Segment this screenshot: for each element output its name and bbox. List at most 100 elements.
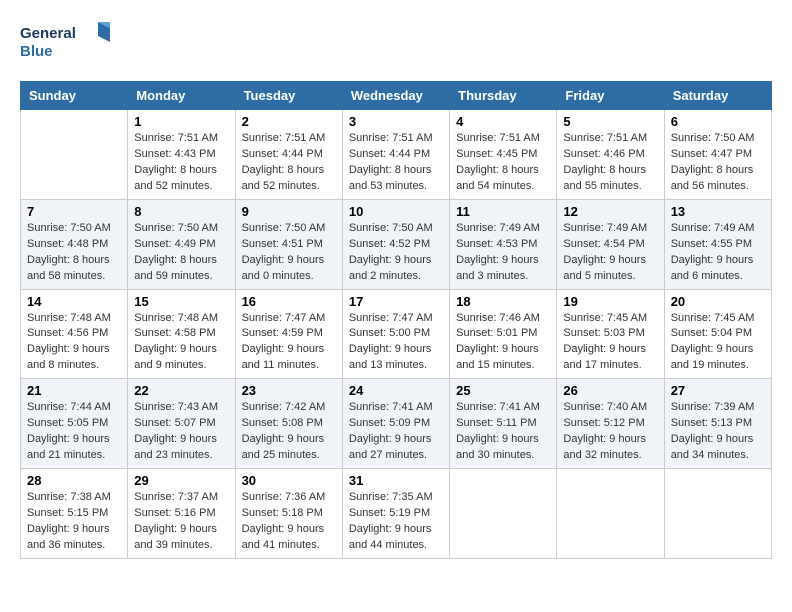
generalblue-logo: General Blue [20, 20, 110, 65]
calendar-cell: 14 Sunrise: 7:48 AMSunset: 4:56 PMDayligh… [21, 289, 128, 379]
cell-info: Sunrise: 7:51 AMSunset: 4:44 PMDaylight:… [349, 131, 443, 195]
calendar-cell: 13Sunrise: 7:49 AMSunset: 4:55 PMDayligh… [664, 199, 771, 289]
date-number: 18 [456, 294, 550, 309]
date-number: 8 [134, 204, 228, 219]
cell-info: Sunrise: 7:40 AMSunset: 5:12 PMDaylight:… [563, 400, 657, 464]
calendar-cell: 8 Sunrise: 7:50 AMSunset: 4:49 PMDaylight… [128, 199, 235, 289]
cell-info: Sunrise: 7:38 AMSunset: 5:15 PMDaylight:… [27, 490, 121, 554]
calendar-cell: 22 Sunrise: 7:43 AMSunset: 5:07 PMDayligh… [128, 379, 235, 469]
calendar-cell: 27 Sunrise: 7:39 AMSunset: 5:13 PMDayligh… [664, 379, 771, 469]
calendar-cell: 19Sunrise: 7:45 AMSunset: 5:03 PMDayligh… [557, 289, 664, 379]
calendar-cell: 29Sunrise: 7:37 AMSunset: 5:16 PMDayligh… [128, 469, 235, 559]
calendar-cell: 11 Sunrise: 7:49 AMSunset: 4:53 PMDayligh… [450, 199, 557, 289]
cell-info: Sunrise: 7:51 AMSunset: 4:45 PMDaylight:… [456, 131, 550, 195]
day-header-sunday: Sunday [21, 82, 128, 110]
day-header-row: SundayMondayTuesdayWednesdayThursdayFrid… [21, 82, 772, 110]
cell-info: Sunrise: 7:36 AMSunset: 5:18 PMDaylight:… [242, 490, 336, 554]
cell-info: Sunrise: 7:41 AMSunset: 5:11 PMDaylight:… [456, 400, 550, 464]
calendar-cell: 10 Sunrise: 7:50 AMSunset: 4:52 PMDayligh… [342, 199, 449, 289]
date-number: 27 [671, 383, 765, 398]
calendar-table: SundayMondayTuesdayWednesdayThursdayFrid… [20, 81, 772, 559]
page-header: General Blue [20, 20, 772, 65]
cell-info: Sunrise: 7:50 AMSunset: 4:51 PMDaylight:… [242, 221, 336, 285]
cell-info: Sunrise: 7:50 AMSunset: 4:49 PMDaylight:… [134, 221, 228, 285]
calendar-cell [21, 110, 128, 200]
logo: General Blue [20, 20, 110, 65]
date-number: 5 [563, 114, 657, 129]
cell-info: Sunrise: 7:39 AMSunset: 5:13 PMDaylight:… [671, 400, 765, 464]
cell-info: Sunrise: 7:48 AMSunset: 4:58 PMDaylight:… [134, 311, 228, 375]
date-number: 20 [671, 294, 765, 309]
cell-info: Sunrise: 7:42 AMSunset: 5:08 PMDaylight:… [242, 400, 336, 464]
calendar-cell: 7Sunrise: 7:50 AMSunset: 4:48 PMDaylight… [21, 199, 128, 289]
date-number: 22 [134, 383, 228, 398]
cell-info: Sunrise: 7:35 AMSunset: 5:19 PMDaylight:… [349, 490, 443, 554]
cell-info: Sunrise: 7:51 AMSunset: 4:46 PMDaylight:… [563, 131, 657, 195]
date-number: 21 [27, 383, 121, 398]
date-number: 13 [671, 204, 765, 219]
date-number: 15 [134, 294, 228, 309]
cell-info: Sunrise: 7:49 AMSunset: 4:53 PMDaylight:… [456, 221, 550, 285]
calendar-cell: 23 Sunrise: 7:42 AMSunset: 5:08 PMDayligh… [235, 379, 342, 469]
calendar-cell: 24 Sunrise: 7:41 AMSunset: 5:09 PMDayligh… [342, 379, 449, 469]
calendar-cell: 1 Sunrise: 7:51 AMSunset: 4:43 PMDaylight… [128, 110, 235, 200]
cell-info: Sunrise: 7:51 AMSunset: 4:43 PMDaylight:… [134, 131, 228, 195]
cell-info: Sunrise: 7:50 AMSunset: 4:48 PMDaylight:… [27, 221, 121, 285]
calendar-cell: 28 Sunrise: 7:38 AMSunset: 5:15 PMDayligh… [21, 469, 128, 559]
calendar-cell [664, 469, 771, 559]
cell-info: Sunrise: 7:47 AMSunset: 5:00 PMDaylight:… [349, 311, 443, 375]
cell-info: Sunrise: 7:49 AMSunset: 4:54 PMDaylight:… [563, 221, 657, 285]
date-number: 23 [242, 383, 336, 398]
day-header-saturday: Saturday [664, 82, 771, 110]
cell-info: Sunrise: 7:50 AMSunset: 4:52 PMDaylight:… [349, 221, 443, 285]
cell-info: Sunrise: 7:50 AMSunset: 4:47 PMDaylight:… [671, 131, 765, 195]
date-number: 6 [671, 114, 765, 129]
date-number: 25 [456, 383, 550, 398]
date-number: 28 [27, 473, 121, 488]
cell-info: Sunrise: 7:45 AMSunset: 5:04 PMDaylight:… [671, 311, 765, 375]
calendar-cell: 9 Sunrise: 7:50 AMSunset: 4:51 PMDaylight… [235, 199, 342, 289]
cell-info: Sunrise: 7:47 AMSunset: 4:59 PMDaylight:… [242, 311, 336, 375]
date-number: 31 [349, 473, 443, 488]
calendar-cell: 5 Sunrise: 7:51 AMSunset: 4:46 PMDaylight… [557, 110, 664, 200]
date-number: 3 [349, 114, 443, 129]
cell-info: Sunrise: 7:51 AMSunset: 4:44 PMDaylight:… [242, 131, 336, 195]
calendar-cell: 26Sunrise: 7:40 AMSunset: 5:12 PMDayligh… [557, 379, 664, 469]
date-number: 14 [27, 294, 121, 309]
date-number: 19 [563, 294, 657, 309]
calendar-cell: 15 Sunrise: 7:48 AMSunset: 4:58 PMDayligh… [128, 289, 235, 379]
calendar-cell: 12Sunrise: 7:49 AMSunset: 4:54 PMDayligh… [557, 199, 664, 289]
calendar-cell [450, 469, 557, 559]
calendar-cell: 31 Sunrise: 7:35 AMSunset: 5:19 PMDayligh… [342, 469, 449, 559]
date-number: 16 [242, 294, 336, 309]
week-row-2: 7Sunrise: 7:50 AMSunset: 4:48 PMDaylight… [21, 199, 772, 289]
calendar-cell: 30 Sunrise: 7:36 AMSunset: 5:18 PMDayligh… [235, 469, 342, 559]
calendar-cell: 6 Sunrise: 7:50 AMSunset: 4:47 PMDaylight… [664, 110, 771, 200]
calendar-cell: 2Sunrise: 7:51 AMSunset: 4:44 PMDaylight… [235, 110, 342, 200]
date-number: 29 [134, 473, 228, 488]
calendar-cell: 16 Sunrise: 7:47 AMSunset: 4:59 PMDayligh… [235, 289, 342, 379]
svg-text:General: General [20, 25, 76, 42]
date-number: 4 [456, 114, 550, 129]
day-header-friday: Friday [557, 82, 664, 110]
cell-info: Sunrise: 7:48 AMSunset: 4:56 PMDaylight:… [27, 311, 121, 375]
day-header-thursday: Thursday [450, 82, 557, 110]
calendar-cell [557, 469, 664, 559]
cell-info: Sunrise: 7:46 AMSunset: 5:01 PMDaylight:… [456, 311, 550, 375]
calendar-cell: 3 Sunrise: 7:51 AMSunset: 4:44 PMDaylight… [342, 110, 449, 200]
day-header-tuesday: Tuesday [235, 82, 342, 110]
cell-info: Sunrise: 7:41 AMSunset: 5:09 PMDaylight:… [349, 400, 443, 464]
day-header-monday: Monday [128, 82, 235, 110]
date-number: 1 [134, 114, 228, 129]
date-number: 9 [242, 204, 336, 219]
cell-info: Sunrise: 7:43 AMSunset: 5:07 PMDaylight:… [134, 400, 228, 464]
date-number: 10 [349, 204, 443, 219]
calendar-cell: 21 Sunrise: 7:44 AMSunset: 5:05 PMDayligh… [21, 379, 128, 469]
date-number: 30 [242, 473, 336, 488]
week-row-4: 21 Sunrise: 7:44 AMSunset: 5:05 PMDayligh… [21, 379, 772, 469]
date-number: 11 [456, 204, 550, 219]
date-number: 24 [349, 383, 443, 398]
week-row-1: 1 Sunrise: 7:51 AMSunset: 4:43 PMDaylight… [21, 110, 772, 200]
cell-info: Sunrise: 7:44 AMSunset: 5:05 PMDaylight:… [27, 400, 121, 464]
day-header-wednesday: Wednesday [342, 82, 449, 110]
